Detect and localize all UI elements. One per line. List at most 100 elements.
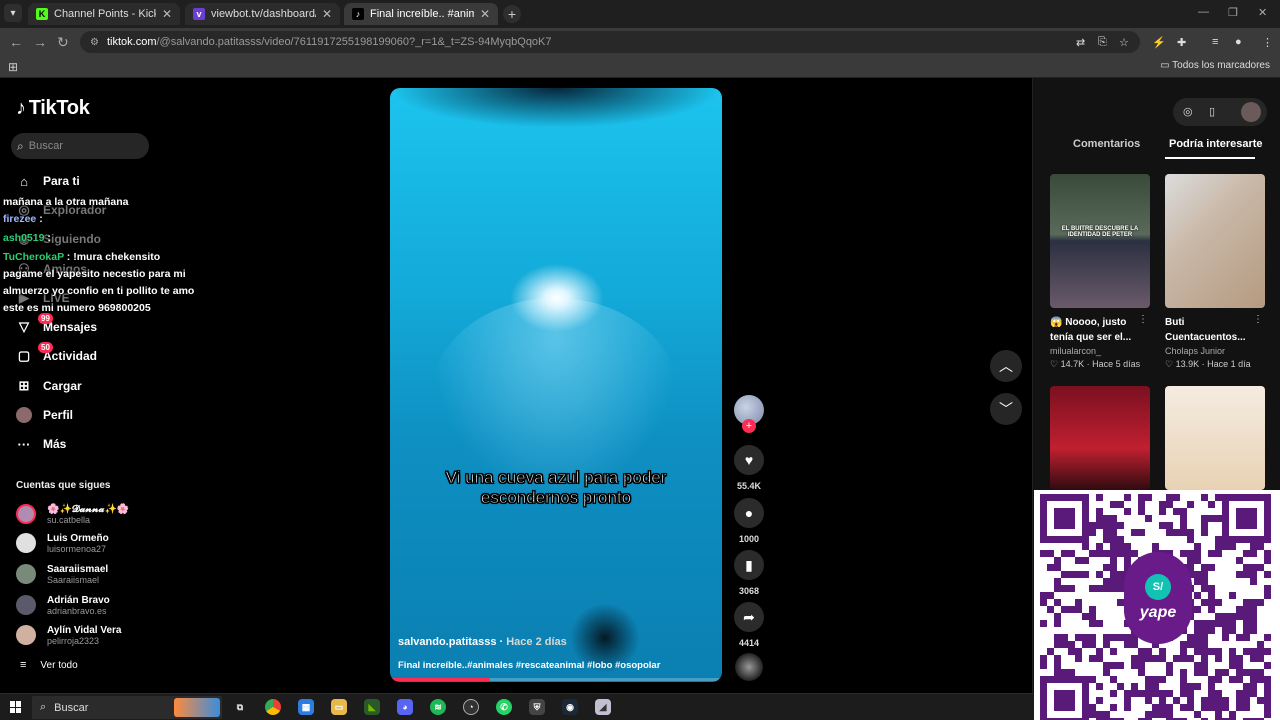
chat-text: : (36, 213, 43, 225)
nav-perfil[interactable]: Perfil (16, 404, 73, 426)
obs-icon[interactable]: ◔ (463, 699, 479, 715)
extensions-puzzle-icon[interactable]: ✚ (1177, 36, 1186, 49)
more-options-icon[interactable]: ⋮ (1138, 314, 1148, 325)
site-info-icon[interactable]: ⚙ (90, 37, 99, 48)
qr-module (1201, 697, 1208, 704)
card-time: Hace 1 día (1207, 359, 1251, 369)
music-disc-icon[interactable] (735, 653, 763, 681)
browser-toolbar: ← → ↻ ⚙ tiktok.com/@salvando.patitasss/v… (0, 28, 1280, 56)
install-icon[interactable]: ⎘ (1098, 36, 1107, 49)
qr-module (1243, 620, 1250, 627)
device-icon[interactable]: ▯ (1209, 105, 1215, 118)
windows-start-icon[interactable] (10, 701, 22, 713)
nvidia-icon[interactable]: ◣ (364, 699, 380, 715)
taskbar-search[interactable]: ⌕ Buscar (32, 696, 222, 719)
maximize-icon[interactable]: ❐ (1228, 6, 1238, 19)
back-icon[interactable]: ← (9, 34, 23, 50)
qr-module (1243, 690, 1250, 697)
followed-account[interactable]: Adrián Bravo adrianbravo.es (16, 591, 110, 619)
file-explorer-icon[interactable]: ▭ (331, 699, 347, 715)
close-icon[interactable]: ✕ (480, 7, 490, 21)
coin-icon[interactable]: ◎ (1183, 105, 1193, 118)
tiktok-logo[interactable]: ♪ TikTok (16, 97, 90, 120)
author-name[interactable]: salvando.patitasss (398, 636, 496, 648)
tab-kick-dashboard[interactable]: K Channel Points - Kick Dashboard ✕ (28, 3, 180, 25)
extension-icon[interactable]: ⚡ (1152, 36, 1166, 49)
followed-account[interactable]: Saaraiismael Saaraiismael (16, 560, 108, 588)
yape-logo: S/ yape (1124, 552, 1192, 644)
close-icon[interactable]: ✕ (162, 7, 172, 21)
chrome-icon[interactable] (265, 699, 281, 715)
qr-module (1089, 641, 1096, 648)
qr-module (1061, 606, 1068, 613)
minimize-icon[interactable]: — (1198, 6, 1209, 18)
tab-podria-interesarte[interactable]: Podría interesarte (1169, 138, 1263, 150)
spotify-icon[interactable]: ≋ (430, 699, 446, 715)
nav-mensajes[interactable]: ▽ 99 Mensajes (16, 313, 97, 338)
steam-icon[interactable]: ◉ (562, 699, 578, 715)
suggested-video-card[interactable]: EL BUITRE DESCUBRE LA IDENTIDAD DE PETER… (1050, 174, 1150, 370)
video-progress-bar[interactable] (390, 678, 722, 681)
follow-plus-icon[interactable]: + (742, 419, 756, 433)
search-input[interactable] (28, 140, 129, 152)
apps-grid-icon[interactable]: ⊞ (8, 60, 18, 74)
profile-icon[interactable]: ● (1235, 36, 1242, 48)
comment-icon: ● (744, 505, 754, 521)
nav-actividad[interactable]: ▢ 50 Actividad (16, 342, 97, 367)
address-bar[interactable]: ⚙ tiktok.com/@salvando.patitasss/video/7… (80, 31, 1140, 53)
qr-module (1117, 536, 1124, 543)
qr-module (1110, 501, 1117, 508)
nav-mas[interactable]: ··· Más (16, 433, 67, 455)
video-author[interactable]: salvando.patitasss · Hace 2 días (398, 636, 567, 648)
reload-icon[interactable]: ↻ (57, 34, 69, 51)
task-view-icon[interactable]: ⧉ (232, 699, 248, 715)
app-icon[interactable]: ◢ (595, 699, 611, 715)
menu-icon[interactable]: ⋮ (1262, 36, 1273, 49)
suggested-video-card[interactable]: Buti Cuentacuentos... Cholaps Junior ♡ 1… (1165, 174, 1265, 370)
close-icon[interactable]: ✕ (322, 7, 332, 21)
comment-button[interactable]: ● (734, 498, 764, 528)
media-icon[interactable]: ≡ (1212, 36, 1218, 48)
bookmark-star-icon[interactable]: ☆ (1119, 36, 1129, 49)
translate-icon[interactable]: ⇄ (1076, 36, 1085, 49)
active-tab-indicator (1165, 157, 1255, 159)
qr-module (1124, 697, 1131, 704)
tab-tiktok[interactable]: ♪ Final increíble.. #animales #rescate ✕ (344, 3, 498, 25)
qr-module (1068, 522, 1075, 529)
previous-video-button[interactable]: ︿ (990, 350, 1022, 382)
followed-account[interactable]: Luis Ormeño luisormenoa27 (16, 529, 109, 557)
nav-cargar[interactable]: ⊞ Cargar (16, 375, 82, 397)
security-icon[interactable]: ⛨ (529, 699, 545, 715)
qr-module (1201, 620, 1208, 627)
qr-module (1180, 648, 1187, 655)
close-window-icon[interactable]: ✕ (1258, 6, 1267, 19)
qr-module (1250, 655, 1257, 662)
followed-account[interactable]: Aylín Vidal Vera pelirroja2323 (16, 621, 121, 649)
followed-account[interactable]: 🌸✨𝓓𝓪𝓷𝓷𝓪✨🌸 su.catbella (16, 500, 129, 528)
whatsapp-icon[interactable]: ✆ (496, 699, 512, 715)
qr-module (1110, 704, 1117, 711)
search-box[interactable]: ⌕ (11, 133, 149, 159)
all-bookmarks[interactable]: ▭ Todos los marcadores (1160, 60, 1270, 71)
forward-icon[interactable]: → (33, 34, 47, 50)
qr-module (1061, 634, 1068, 641)
like-button[interactable]: ♥ (734, 445, 764, 475)
see-all-link[interactable]: ≡ Ver todo (20, 659, 78, 671)
next-video-button[interactable]: ﹀ (990, 393, 1022, 425)
tab-viewbot[interactable]: v viewbot.tv/dashboard/kick/chil ✕ (185, 3, 340, 25)
tab-search-icon[interactable]: ▾ (4, 4, 22, 22)
more-options-icon[interactable]: ⋮ (1253, 314, 1263, 325)
discord-icon[interactable]: ◕ (397, 699, 413, 715)
qr-module (1145, 683, 1152, 690)
suggested-video-thumbnail[interactable] (1050, 386, 1150, 490)
save-button[interactable]: ▮ (734, 550, 764, 580)
user-avatar[interactable] (1241, 102, 1261, 122)
qr-module (1166, 522, 1173, 529)
nav-para-ti[interactable]: ⌂ Para ti (16, 170, 80, 192)
suggested-video-thumbnail[interactable] (1165, 386, 1265, 490)
store-icon[interactable]: ▦ (298, 699, 314, 715)
new-tab-button[interactable]: + (503, 5, 521, 23)
share-button[interactable]: ➦ (734, 602, 764, 632)
video-player[interactable]: Vi una cueva azul para poder escondernos… (390, 88, 722, 682)
tab-comentarios[interactable]: Comentarios (1073, 138, 1140, 150)
